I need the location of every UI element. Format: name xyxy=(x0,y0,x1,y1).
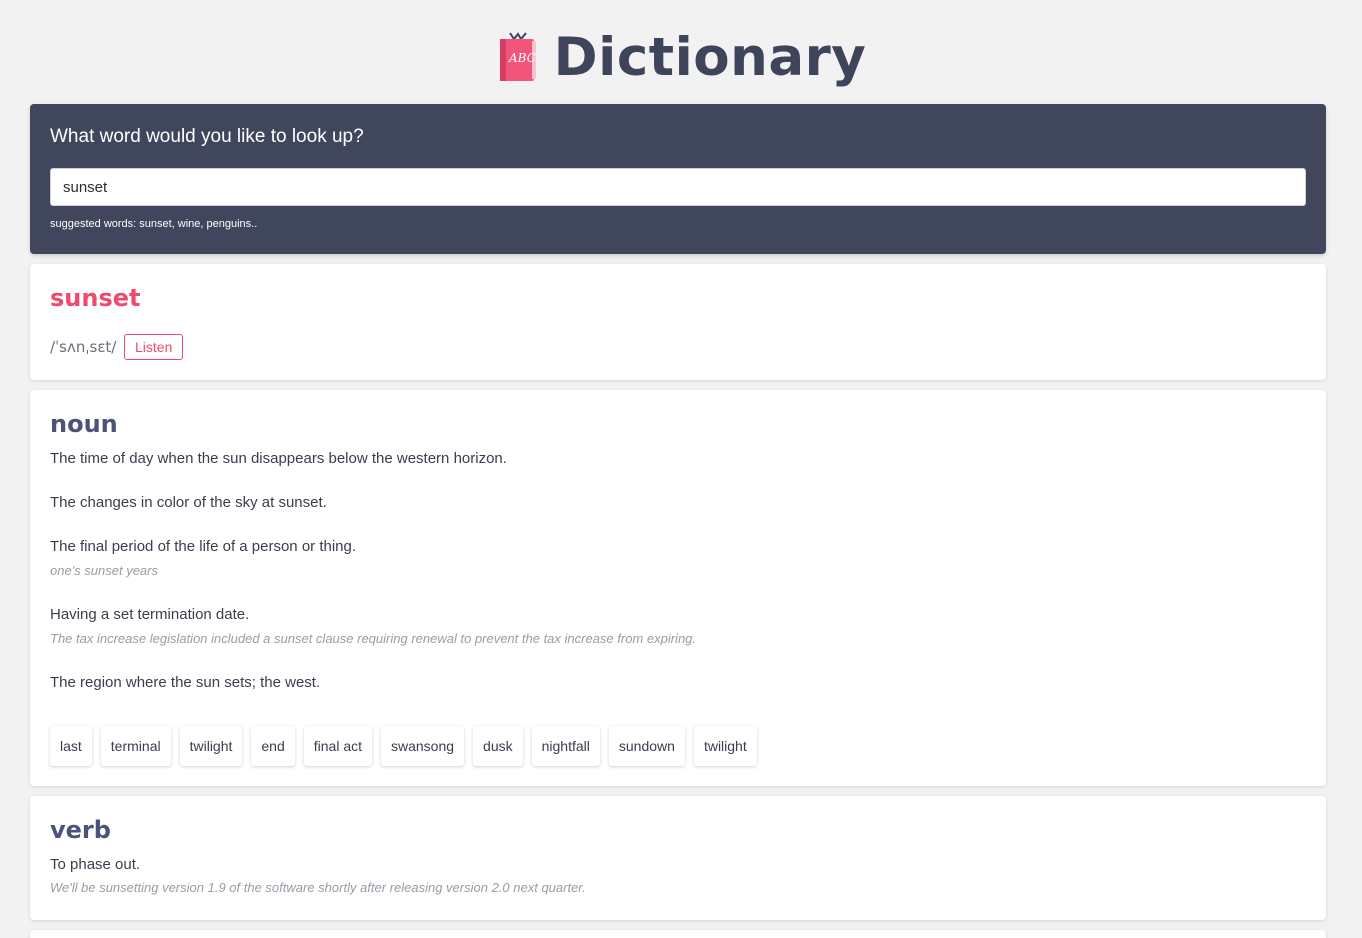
book-abc-icon: ABC xyxy=(496,31,540,83)
app-header: ABC Dictionary xyxy=(0,24,1362,90)
dictionary-app: ABC Dictionary What word would you like … xyxy=(0,0,1362,938)
synonym-chip[interactable]: last xyxy=(50,726,92,766)
word-card: sunset /ˈsʌnˌsɛt/ Listen xyxy=(30,264,1326,380)
verb-card: verb To phase out. We'll be sunsetting v… xyxy=(30,796,1326,920)
phonetic-text: /ˈsʌnˌsɛt/ xyxy=(50,338,117,356)
definition: The region where the sun sets; the west. xyxy=(50,674,321,691)
app-title: Dictionary xyxy=(553,26,867,88)
next-card-partial xyxy=(30,930,1326,938)
noun-card: noun The time of day when the sun disapp… xyxy=(30,390,1326,786)
definition-example: The tax increase legislation included a … xyxy=(50,631,697,646)
definition-example: We'll be sunsetting version 1.9 of the s… xyxy=(50,880,586,895)
synonym-chip[interactable]: end xyxy=(251,726,295,766)
definition: Having a set termination date. xyxy=(50,606,250,623)
part-of-speech-heading: verb xyxy=(50,816,111,844)
search-input[interactable] xyxy=(50,168,1306,206)
synonym-chip[interactable]: dusk xyxy=(473,726,523,766)
synonym-list: last terminal twilight end final act swa… xyxy=(50,726,757,766)
part-of-speech-heading: noun xyxy=(50,410,118,438)
definition: The final period of the life of a person… xyxy=(50,538,357,555)
synonym-chip[interactable]: twilight xyxy=(693,726,757,766)
search-panel: What word would you like to look up? sug… xyxy=(30,104,1326,254)
svg-text:ABC: ABC xyxy=(508,51,536,65)
word-title: sunset xyxy=(50,284,141,312)
synonym-chip[interactable]: terminal xyxy=(100,726,171,766)
listen-button[interactable]: Listen xyxy=(124,334,184,360)
definition: The time of day when the sun disappears … xyxy=(50,450,507,467)
definition: To phase out. xyxy=(50,856,141,873)
definition-example: one's sunset years xyxy=(50,563,158,578)
synonym-chip[interactable]: nightfall xyxy=(531,726,600,766)
synonym-chip[interactable]: sundown xyxy=(608,726,685,766)
synonym-chip[interactable]: swansong xyxy=(381,726,465,766)
suggested-words: suggested words: sunset, wine, penguins.… xyxy=(50,218,258,230)
synonym-chip[interactable]: twilight xyxy=(179,726,243,766)
definition: The changes in color of the sky at sunse… xyxy=(50,494,327,511)
search-prompt: What word would you like to look up? xyxy=(50,126,364,147)
synonym-chip[interactable]: final act xyxy=(303,726,372,766)
